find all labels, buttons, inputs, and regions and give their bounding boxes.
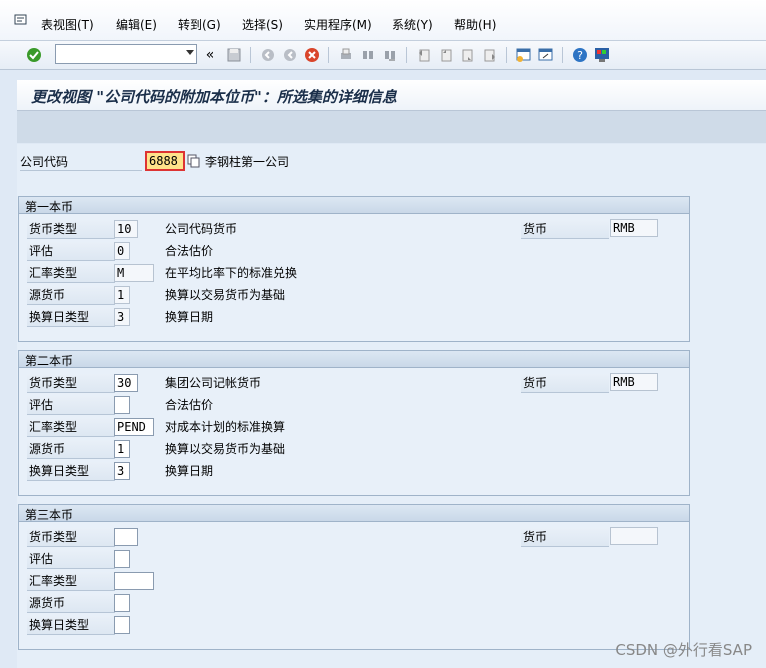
- translation-date-type-desc: 换算日期: [165, 310, 214, 324]
- copy-icon[interactable]: [187, 154, 201, 168]
- help-icon[interactable]: ?: [570, 45, 590, 65]
- currency-type-desc: 公司代码货币: [165, 222, 238, 236]
- group-title: 第二本币: [25, 354, 74, 368]
- exchange-rate-type-field[interactable]: PEND: [114, 418, 154, 436]
- translation-date-type-field[interactable]: 3: [114, 308, 130, 326]
- company-code-value: 6888: [149, 154, 178, 168]
- back-icon[interactable]: [258, 45, 278, 65]
- exchange-rate-type-label: 汇率类型: [27, 418, 115, 437]
- customize-icon[interactable]: [592, 45, 612, 65]
- source-currency-desc: 换算以交易货币为基础: [165, 288, 286, 302]
- standard-toolbar: « ?: [0, 41, 766, 70]
- currency-label: 货币: [521, 220, 609, 239]
- exit-icon[interactable]: [280, 45, 300, 65]
- back-double-icon[interactable]: «: [200, 45, 220, 65]
- print-icon[interactable]: [336, 45, 356, 65]
- translation-date-type-field[interactable]: [114, 616, 130, 634]
- valuation-desc: 合法估价: [165, 244, 214, 258]
- shortcut-icon[interactable]: [536, 45, 556, 65]
- svg-text:?: ?: [577, 49, 583, 62]
- source-currency-field[interactable]: 1: [114, 286, 130, 304]
- group-title: 第三本币: [25, 508, 74, 522]
- valuation-desc: 合法估价: [165, 398, 214, 412]
- source-currency-label: 源货币: [27, 286, 115, 305]
- translation-date-type-desc: 换算日期: [165, 464, 214, 478]
- company-code-label: 公司代码: [20, 154, 142, 171]
- application-toolbar: [17, 111, 766, 143]
- watermark: CSDN @外行看SAP: [615, 641, 752, 659]
- company-code-field[interactable]: 6888: [145, 151, 185, 171]
- screen-title-bar: 更改视图 "公司代码的附加本位币"：所选集的详细信息: [17, 80, 766, 111]
- menu-selection[interactable]: 选择(S): [242, 16, 283, 33]
- first-page-icon[interactable]: [414, 45, 434, 65]
- prev-page-icon[interactable]: [436, 45, 456, 65]
- menu-goto[interactable]: 转到(G): [178, 16, 221, 33]
- menu-system[interactable]: 系统(Y): [392, 16, 433, 33]
- save-icon[interactable]: [224, 45, 244, 65]
- new-session-icon[interactable]: [514, 45, 534, 65]
- next-page-icon[interactable]: [458, 45, 478, 65]
- menu-help[interactable]: 帮助(H): [454, 16, 496, 33]
- currency-field[interactable]: RMB: [610, 219, 658, 237]
- exchange-rate-type-desc: 在平均比率下的标准兑换: [165, 266, 298, 280]
- source-currency-desc: 换算以交易货币为基础: [165, 442, 286, 456]
- valuation-field[interactable]: [114, 396, 130, 414]
- find-next-icon[interactable]: [380, 45, 400, 65]
- menu-table-view[interactable]: 表视图(T): [41, 16, 94, 33]
- currency-type-field[interactable]: 10: [114, 220, 138, 238]
- source-currency-label: 源货币: [27, 594, 115, 613]
- menu-bar: 表视图(T) 编辑(E) 转到(G) 选择(S) 实用程序(M) 系统(Y) 帮…: [0, 0, 766, 41]
- chevron-down-icon[interactable]: [186, 50, 194, 55]
- currency-type-label: 货币类型: [27, 220, 115, 239]
- last-page-icon[interactable]: [480, 45, 500, 65]
- currency-type-label: 货币类型: [27, 528, 115, 547]
- valuation-label: 评估: [27, 242, 115, 261]
- company-name: 李钢柱第一公司: [205, 155, 290, 169]
- command-field[interactable]: [55, 44, 197, 64]
- valuation-label: 评估: [27, 396, 115, 415]
- translation-date-type-label: 换算日类型: [27, 308, 115, 327]
- currency-type-label: 货币类型: [27, 374, 115, 393]
- translation-date-type-label: 换算日类型: [27, 616, 115, 635]
- source-currency-field[interactable]: [114, 594, 130, 612]
- exchange-rate-type-label: 汇率类型: [27, 264, 115, 283]
- translation-date-type-field[interactable]: 3: [114, 462, 130, 480]
- valuation-label: 评估: [27, 550, 115, 569]
- translation-date-type-label: 换算日类型: [27, 462, 115, 481]
- exchange-rate-type-desc: 对成本计划的标准换算: [165, 420, 286, 434]
- check-icon[interactable]: [24, 45, 44, 65]
- menu-icon[interactable]: [14, 14, 28, 26]
- currency-label: 货币: [521, 374, 609, 393]
- currency-type-field[interactable]: 30: [114, 374, 138, 392]
- menu-utilities[interactable]: 实用程序(M): [304, 16, 372, 33]
- source-currency-label: 源货币: [27, 440, 115, 459]
- exchange-rate-type-field[interactable]: [114, 572, 154, 590]
- currency-field[interactable]: RMB: [610, 373, 658, 391]
- currency-label: 货币: [521, 528, 609, 547]
- page-title: 更改视图 "公司代码的附加本位币"：所选集的详细信息: [31, 88, 397, 106]
- cancel-icon[interactable]: [302, 45, 322, 65]
- valuation-field[interactable]: 0: [114, 242, 130, 260]
- group-title: 第一本币: [25, 200, 74, 214]
- menu-edit[interactable]: 编辑(E): [116, 16, 157, 33]
- currency-field[interactable]: [610, 527, 658, 545]
- find-icon[interactable]: [358, 45, 378, 65]
- currency-type-field[interactable]: [114, 528, 138, 546]
- exchange-rate-type-label: 汇率类型: [27, 572, 115, 591]
- exchange-rate-type-field[interactable]: M: [114, 264, 154, 282]
- source-currency-field[interactable]: 1: [114, 440, 130, 458]
- currency-type-desc: 集团公司记帐货币: [165, 376, 262, 390]
- valuation-field[interactable]: [114, 550, 130, 568]
